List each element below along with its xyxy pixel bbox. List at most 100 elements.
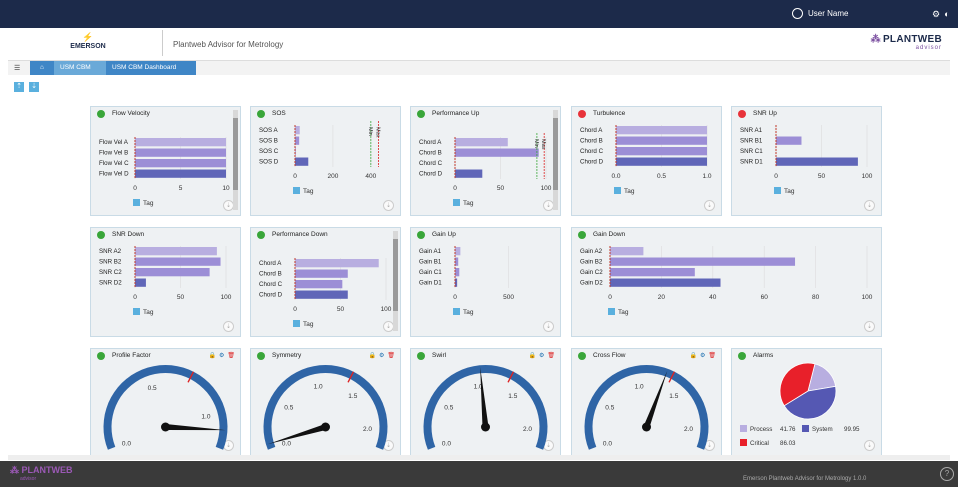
bar[interactable] [295,259,379,268]
category-label: Gain A1 [419,248,442,255]
bar[interactable] [616,147,707,156]
bar[interactable] [135,138,226,147]
panel-scrollbar[interactable] [233,110,238,210]
bar[interactable] [135,159,226,168]
bar[interactable] [135,148,226,157]
bar[interactable] [455,148,539,157]
bar[interactable] [776,136,802,145]
category-label: SNR A1 [740,127,763,134]
bar[interactable] [616,157,707,166]
tick-label: 5 [179,185,183,192]
legend-swatch [802,425,809,432]
category-label: Chord B [580,138,603,145]
bar[interactable] [135,247,217,256]
footer-version: Emerson Plantweb Advisor for Metrology 1… [743,476,867,482]
tick-label: 40 [709,294,717,301]
bar[interactable] [455,169,483,178]
gauge-arc [103,365,228,450]
help-icon[interactable]: ? [940,467,954,481]
panel-turbulence: Turbulence ⇣ 0.0 0.5 1.0 Chord A Chord B Chord … [571,106,722,216]
bar[interactable] [295,147,296,156]
category-label: SNR B2 [99,259,122,266]
gauge-tick: 0.5 [444,405,453,412]
gauge-tick: 0.5 [605,405,614,412]
bar[interactable] [295,126,300,135]
hamburger-icon[interactable]: ☰ [14,64,20,72]
tick-label: 100 [862,173,873,180]
bar[interactable] [610,247,644,256]
tick-label: 500 [503,294,514,301]
category-label: Gain B1 [419,259,442,266]
user-menu[interactable]: User Name [792,8,848,19]
breadcrumb-dashboard[interactable]: USM CBM Dashboard [106,61,196,75]
tick-label: 0 [453,294,457,301]
tick-label: 60 [761,294,769,301]
category-label: Gain B2 [580,259,603,266]
bar[interactable] [455,247,461,256]
panel-snr-down: SNR Down ⇣ 0 50 100 SNR A2 SNR B2 SNR C2 SNR D2 T… [90,227,241,337]
legend-label: Tag [463,309,474,316]
bar[interactable] [610,257,796,266]
scrollbar-thumb[interactable] [393,239,398,311]
min-label: Min [367,127,373,136]
gears-icon[interactable]: ⚙ [932,9,940,20]
category-label: Gain C1 [419,269,442,276]
tick-label: 50 [818,173,826,180]
emerson-logo[interactable]: ⚡ EMERSON [60,32,116,50]
footer: ⁂ PLANTWEB advisor Emerson Plantweb Advi… [0,461,958,487]
upload-icon[interactable]: ⇡ [14,82,24,92]
bar[interactable] [135,257,221,266]
legend-label: Tag [618,309,629,316]
category-label: Flow Vel B [99,150,128,157]
panel-scrollbar[interactable] [553,110,558,210]
scrollbar-thumb[interactable] [553,118,558,190]
bar[interactable] [610,268,695,277]
bar[interactable] [776,157,858,166]
gauge-tick: 2.0 [523,426,532,433]
logout-icon[interactable]: ◐ [944,9,949,20]
home-icon[interactable]: ⌂ [30,61,54,75]
bar[interactable] [135,278,146,287]
bar[interactable] [610,278,721,287]
panel-profile-factor: Profile Factor ⇣ 🔒 ⚙ 🗑 0.0 0.5 1.0 [90,348,241,456]
tick-label: 0 [293,306,297,313]
download-icon[interactable]: ⇣ [29,82,39,92]
gauge-tick: 2.0 [684,426,693,433]
gauge-tick: 1.0 [314,384,323,391]
legend-swatch [453,308,460,315]
bar[interactable] [135,268,210,277]
legend-label: System [812,426,833,433]
header-divider [162,30,163,56]
bar[interactable] [295,136,300,145]
bar[interactable] [295,280,343,289]
tick-label: 100 [381,306,392,313]
bar[interactable] [455,268,460,277]
category-label: Flow Vel A [99,139,129,146]
category-label: SNR C1 [740,148,763,155]
legend-label: Tag [624,188,635,195]
gauge-tick: 1.5 [669,393,678,400]
bar[interactable] [455,138,508,147]
bar[interactable] [616,136,707,145]
category-label: Chord B [259,271,282,278]
bar-chart: 0 500 Gain A1 Gain B1 Gain C1 Gain D1 Tag [419,246,514,316]
tick-label: 20 [658,294,666,301]
scrollbar-thumb[interactable] [233,118,238,190]
plantweb-logo: ⁂ PLANTWEB advisor [871,34,942,51]
panel-scrollbar[interactable] [393,231,398,331]
panel-cross-flow: Cross Flow ⇣ 🔒 ⚙ 🗑 0.0 0.5 1.0 1.5 2.0 [571,348,722,456]
bar[interactable] [295,290,348,299]
legend-swatch [740,439,747,446]
breadcrumb: ☰ ⌂ USM CBM USM CBM Dashboard [8,61,950,75]
horizontal-scrollbar[interactable] [8,455,950,460]
gauge-needle [267,424,327,445]
bar[interactable] [616,126,707,135]
bar[interactable] [295,269,348,278]
breadcrumb-usm-cbm[interactable]: USM CBM [54,61,106,75]
pie-chart: Process 41.76 System 99.95 Critical 86.03 [740,362,860,447]
bar[interactable] [295,157,309,166]
bar[interactable] [135,169,226,178]
gauge-hub [161,422,170,432]
tick-label: 10 [222,185,230,192]
tick-label: 0 [293,173,297,180]
